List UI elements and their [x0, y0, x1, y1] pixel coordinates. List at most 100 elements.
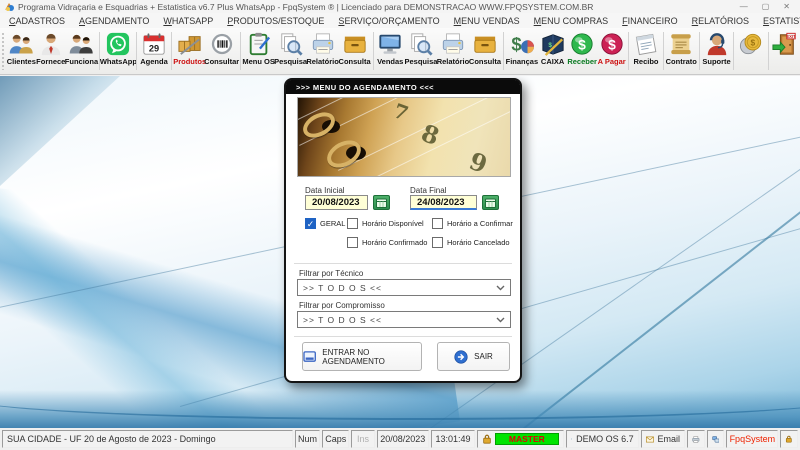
background-decoration	[0, 76, 120, 186]
checkbox-horario-disponivel[interactable]: Horário Disponível	[347, 218, 424, 229]
menu-menu-vendas[interactable]: MENU VENDAS	[447, 15, 527, 27]
menu-menu-compras[interactable]: MENU COMPRAS	[527, 15, 616, 27]
mini-calendar-icon	[376, 198, 387, 208]
whatsapp-button[interactable]: WhatsApp	[100, 28, 137, 74]
checkbox-horario-confirmado[interactable]: Horário Confirmado	[347, 237, 427, 248]
menu-produtos-estoque[interactable]: PRODUTOS/ESTOQUE	[220, 15, 331, 27]
checkbox-unchecked-icon	[347, 237, 358, 248]
coin-button[interactable]: $	[736, 28, 765, 74]
checkbox-unchecked-icon	[432, 237, 443, 248]
chevron-down-icon	[496, 285, 505, 290]
supplier-person-icon	[39, 30, 63, 58]
relatorio-vendas-button[interactable]: Relatório	[437, 28, 469, 74]
minimize-button[interactable]: —	[740, 0, 748, 13]
photo-number: 9	[465, 146, 492, 177]
funcionarios-button[interactable]: Funciona	[65, 28, 98, 74]
checkbox-horario-a-confirmar[interactable]: Horário a Confirmar	[432, 218, 513, 229]
data-final-input[interactable]: 24/08/2023	[410, 195, 477, 210]
toolbar-separator	[698, 32, 700, 70]
binder-ring	[298, 107, 340, 143]
data-final-calendar-button[interactable]	[482, 195, 499, 210]
dialog-titlebar[interactable]: >>> MENU DO AGENDAMENTO <<<	[286, 80, 520, 94]
padlock-icon	[786, 435, 793, 443]
monitor-icon	[378, 30, 402, 58]
status-lock[interactable]	[780, 430, 798, 448]
caixa-button[interactable]: $ CAIXA	[538, 28, 567, 74]
menu-financeiro[interactable]: FINANCEIRO	[615, 15, 685, 27]
cash-book-icon: $	[540, 30, 566, 58]
menu-relatorios[interactable]: RELATÓRIOS	[685, 15, 756, 27]
window-controls: — ▢ ✕	[740, 0, 796, 13]
sair-button[interactable]: SAIR	[437, 342, 510, 371]
filtro-tecnico-select[interactable]: >> T O D O S <<	[297, 279, 511, 296]
master-badge: MASTER	[495, 433, 559, 445]
checkbox-horario-cancelado[interactable]: Horário Cancelado	[432, 237, 510, 248]
entrar-agendamento-button[interactable]: ENTRAR NO AGENDAMENTO	[302, 342, 422, 371]
filtro-compromisso-select[interactable]: >> T O D O S <<	[297, 311, 511, 328]
statusbar: SUA CIDADE - UF 20 de Agosto de 2023 - D…	[0, 428, 800, 450]
toolbar-separator	[767, 32, 769, 70]
vendas-button[interactable]: Vendas	[376, 28, 405, 74]
suporte-button[interactable]: Suporte	[702, 28, 731, 74]
toolbar-separator	[136, 32, 138, 70]
printer-icon	[692, 435, 700, 443]
menu-whatsapp[interactable]: WHATSAPP	[156, 15, 220, 27]
toolbar-grip	[1, 32, 6, 70]
consultar-barcode-button[interactable]: Consultar	[204, 28, 239, 74]
menu-agendamento[interactable]: AGENDAMENTO	[72, 15, 156, 27]
produtos-button[interactable]: Produtos	[173, 28, 206, 74]
filtro-compromisso-label: Filtrar por Compromisso	[299, 301, 385, 310]
data-inicial-input[interactable]: 20/08/2023	[305, 195, 368, 210]
svg-text:$: $	[511, 33, 521, 54]
data-inicial-calendar-button[interactable]	[373, 195, 390, 210]
a-pagar-button[interactable]: $ A Pagar	[597, 28, 626, 74]
menu-estatistica[interactable]: ESTATISTICA	[756, 15, 800, 27]
desktop-background: >>> MENU DO AGENDAMENTO <<< 7 8 9 Data I…	[0, 76, 800, 428]
status-brand: FpqSystem	[726, 430, 779, 448]
status-date: 20/08/2023	[376, 430, 429, 448]
printer-report-icon	[441, 30, 465, 58]
menu-os-button[interactable]: Menu OS	[242, 28, 275, 74]
receipt-icon	[634, 30, 658, 58]
recibo-button[interactable]: Recibo	[631, 28, 660, 74]
consulta-os-button[interactable]: Consulta	[339, 28, 371, 74]
barcode-circle-icon	[210, 30, 234, 58]
svg-text:EXIT: EXIT	[787, 34, 797, 39]
envelope-icon	[645, 436, 654, 442]
close-button[interactable]: ✕	[783, 0, 790, 13]
clientes-button[interactable]: Clientes	[7, 28, 36, 74]
mini-calendar-icon	[485, 198, 496, 208]
fornecedores-button[interactable]: Fornece	[36, 28, 65, 74]
svg-text:$: $	[578, 37, 586, 53]
menu-cadastros[interactable]: CADASTROS	[2, 15, 72, 27]
employees-people-icon	[68, 30, 94, 58]
coin-icon: $	[738, 30, 764, 58]
maximize-button[interactable]: ▢	[762, 0, 770, 13]
receber-button[interactable]: $ Receber	[567, 28, 597, 74]
relatorio-os-button[interactable]: Relatório	[306, 28, 339, 74]
status-email[interactable]: Email	[640, 430, 686, 448]
exit-button[interactable]: EXIT	[771, 28, 800, 74]
toolbar-separator	[502, 32, 504, 70]
filtro-tecnico-label: Filtrar por Técnico	[299, 269, 364, 278]
menu-servico-orcamento[interactable]: SERVIÇO/ORÇAMENTO	[331, 15, 446, 27]
toolbar: Clientes Fornece Funciona WhatsApp 29 Ag…	[0, 28, 800, 75]
status-network[interactable]	[706, 430, 725, 448]
status-printer[interactable]	[687, 430, 705, 448]
consulta-vendas-button[interactable]: Consulta	[469, 28, 501, 74]
menubar: CADASTROS AGENDAMENTO WHATSAPP PRODUTOS/…	[0, 13, 800, 28]
pesquisa-vendas-button[interactable]: Pesquisa	[404, 28, 437, 74]
agenda-button[interactable]: 29 Agenda	[139, 28, 168, 74]
contrato-button[interactable]: Contrato	[666, 28, 697, 74]
financas-button[interactable]: $ Finanças	[506, 28, 539, 74]
window-title: Programa Vidraçaria e Esquadrias + Estat…	[18, 1, 594, 12]
search-documents-icon	[409, 30, 433, 58]
clipboard-icon	[247, 30, 271, 58]
titlebar: Programa Vidraçaria e Esquadrias + Estat…	[0, 0, 800, 13]
toolbar-separator	[170, 32, 172, 70]
pesquisa-os-button[interactable]: Pesquisa	[274, 28, 307, 74]
checkbox-unchecked-icon	[347, 218, 358, 229]
checkbox-geral[interactable]: ✓ GERAL	[305, 218, 345, 229]
product-boxes-icon	[177, 30, 203, 58]
dollar-pie-icon: $	[509, 30, 535, 58]
